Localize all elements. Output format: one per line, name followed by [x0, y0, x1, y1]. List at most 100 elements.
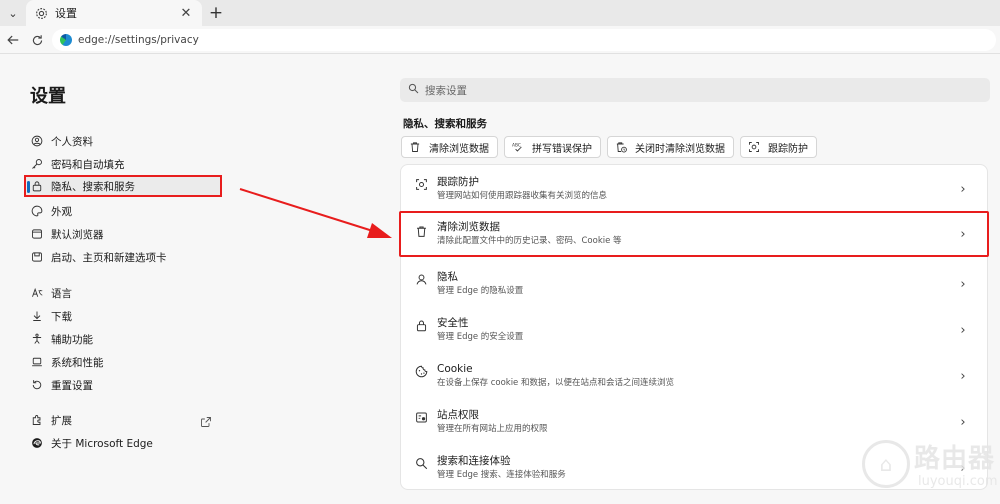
- search-icon: [408, 83, 419, 97]
- home-icon: [30, 250, 44, 264]
- settings-row-tracking-prevention[interactable]: 跟踪防护 管理网站如何使用跟踪器收集有关浏览的信息 ›: [401, 166, 987, 212]
- edge-logo-icon: [60, 34, 72, 46]
- refresh-button[interactable]: [28, 31, 46, 49]
- new-tab-button[interactable]: +: [206, 3, 226, 23]
- gear-icon: [34, 6, 48, 20]
- trash-icon: [408, 140, 422, 154]
- section-title: 隐私、搜索和服务: [403, 118, 487, 130]
- chip-clear-on-close[interactable]: 关闭时清除浏览数据: [607, 136, 734, 158]
- palette-icon: [30, 204, 44, 218]
- puzzle-icon: [30, 413, 44, 427]
- sidebar-item-downloads[interactable]: 下载: [30, 305, 220, 327]
- page-title: 设置: [30, 86, 66, 107]
- sidebar-item-label: 系统和性能: [51, 356, 104, 369]
- sidebar-item-appearance[interactable]: 外观: [30, 200, 220, 222]
- lock-icon: [413, 317, 429, 333]
- sidebar-item-accessibility[interactable]: 辅助功能: [30, 328, 220, 350]
- sidebar-item-label: 扩展: [51, 414, 72, 427]
- settings-page: 设置 个人资料 密码和自动填充 隐私、搜索和服务 外观 默认浏览器 启动、主页和…: [0, 54, 1000, 504]
- watermark-site: luyouqi.com: [918, 474, 998, 489]
- sidebar-item-startup[interactable]: 启动、主页和新建选项卡: [30, 246, 220, 268]
- sidebar-item-label: 语言: [51, 287, 72, 300]
- sidebar-item-label: 下载: [51, 310, 72, 323]
- settings-row-privacy[interactable]: 隐私 管理 Edge 的隐私设置 ›: [401, 261, 987, 307]
- sidebar-item-reset[interactable]: 重置设置: [30, 374, 220, 396]
- chip-label: 拼写错误保护: [532, 143, 592, 155]
- browser-icon: [30, 227, 44, 241]
- reset-icon: [30, 378, 44, 392]
- chevron-right-icon: ›: [960, 276, 966, 292]
- trash-clock-icon: [614, 140, 628, 154]
- sidebar-item-default-browser[interactable]: 默认浏览器: [30, 223, 220, 245]
- chip-typo-protection[interactable]: ABC 拼写错误保护: [504, 136, 601, 158]
- chip-clear-browsing-data[interactable]: 清除浏览数据: [401, 136, 498, 158]
- settings-row-security[interactable]: 安全性 管理 Edge 的安全设置 ›: [401, 307, 987, 353]
- chevron-right-icon: ›: [960, 414, 966, 430]
- back-arrow-icon: [7, 35, 19, 45]
- chevron-right-icon: ›: [960, 368, 966, 384]
- row-title: 清除浏览数据: [437, 221, 500, 233]
- back-button[interactable]: [4, 31, 22, 49]
- close-icon[interactable]: ✕: [178, 6, 194, 21]
- chevron-right-icon: ›: [960, 226, 966, 242]
- address-toolbar: edge://settings/privacy: [0, 26, 1000, 54]
- row-description: 管理 Edge 的隐私设置: [437, 286, 524, 296]
- download-icon: [30, 309, 44, 323]
- chevron-right-icon: ›: [960, 322, 966, 338]
- sidebar-item-label: 外观: [51, 205, 72, 218]
- chip-label: 清除浏览数据: [429, 143, 489, 155]
- site-permissions-icon: [413, 409, 429, 425]
- row-title: 隐私: [437, 271, 458, 283]
- chevron-right-icon: ›: [960, 181, 966, 197]
- row-title: 站点权限: [437, 409, 479, 421]
- privacy-icon: [413, 271, 429, 287]
- row-title: 安全性: [437, 317, 469, 329]
- row-description: 管理 Edge 的安全设置: [437, 332, 524, 342]
- svg-text:ABC: ABC: [512, 142, 521, 148]
- chip-tracking-prevention[interactable]: 跟踪防护: [740, 136, 817, 158]
- settings-row-cookie[interactable]: Cookie 在设备上保存 cookie 和数据，以便在站点和会话之间连续浏览 …: [401, 353, 987, 399]
- quick-actions: 清除浏览数据 ABC 拼写错误保护 关闭时清除浏览数据 跟踪防护: [401, 136, 817, 158]
- sidebar-item-about[interactable]: 关于 Microsoft Edge: [30, 432, 220, 454]
- tab-title: 设置: [55, 7, 77, 20]
- router-logo-icon: ⌂: [862, 440, 910, 488]
- watermark-brand: 路由器: [914, 444, 996, 474]
- sidebar-item-languages[interactable]: 语言: [30, 282, 220, 304]
- search-placeholder: 搜索设置: [425, 84, 467, 97]
- laptop-icon: [30, 355, 44, 369]
- search-icon: [413, 455, 429, 471]
- row-description: 在设备上保存 cookie 和数据，以便在站点和会话之间连续浏览: [437, 378, 674, 388]
- sidebar-item-system[interactable]: 系统和性能: [30, 351, 220, 373]
- address-bar[interactable]: edge://settings/privacy: [52, 29, 996, 51]
- sidebar-item-label: 启动、主页和新建选项卡: [51, 251, 167, 264]
- tracking-icon: [747, 140, 761, 154]
- trash-icon: [413, 223, 429, 239]
- row-description: 清除此配置文件中的历史记录、密码、Cookie 等: [437, 236, 622, 246]
- sidebar-item-label: 个人资料: [51, 135, 93, 148]
- accessibility-icon: [30, 332, 44, 346]
- sidebar-item-label: 默认浏览器: [51, 228, 104, 241]
- sidebar-item-label: 隐私、搜索和服务: [51, 180, 135, 193]
- row-description: 管理网站如何使用跟踪器收集有关浏览的信息: [437, 191, 608, 201]
- tab-strip: ⌄ 设置 ✕ +: [0, 0, 1000, 26]
- external-link-icon[interactable]: [200, 416, 212, 431]
- sidebar-item-privacy[interactable]: 隐私、搜索和服务: [24, 175, 222, 197]
- language-icon: [30, 286, 44, 300]
- refresh-icon: [32, 34, 42, 45]
- row-title: Cookie: [437, 363, 473, 375]
- sidebar-item-extensions[interactable]: 扩展: [30, 409, 220, 431]
- tracking-icon: [413, 176, 429, 192]
- edge-logo-icon: [30, 436, 44, 450]
- sidebar-item-label: 密码和自动填充: [51, 158, 125, 171]
- chip-label: 跟踪防护: [768, 143, 808, 155]
- sidebar-item-passwords[interactable]: 密码和自动填充: [30, 153, 220, 175]
- tab-settings[interactable]: 设置 ✕: [26, 0, 202, 26]
- sidebar-item-profile[interactable]: 个人资料: [30, 130, 220, 152]
- spellcheck-icon: ABC: [511, 140, 525, 154]
- settings-row-clear-browsing-data[interactable]: 清除浏览数据 清除此配置文件中的历史记录、密码、Cookie 等 ›: [399, 211, 989, 257]
- cookie-icon: [413, 363, 429, 379]
- search-input[interactable]: 搜索设置: [400, 78, 990, 102]
- sidebar-item-label: 关于 Microsoft Edge: [51, 437, 153, 450]
- tab-actions-chevron-icon[interactable]: ⌄: [4, 4, 22, 22]
- watermark-logo: ⌂ 路由器 luyouqi.com: [858, 434, 998, 500]
